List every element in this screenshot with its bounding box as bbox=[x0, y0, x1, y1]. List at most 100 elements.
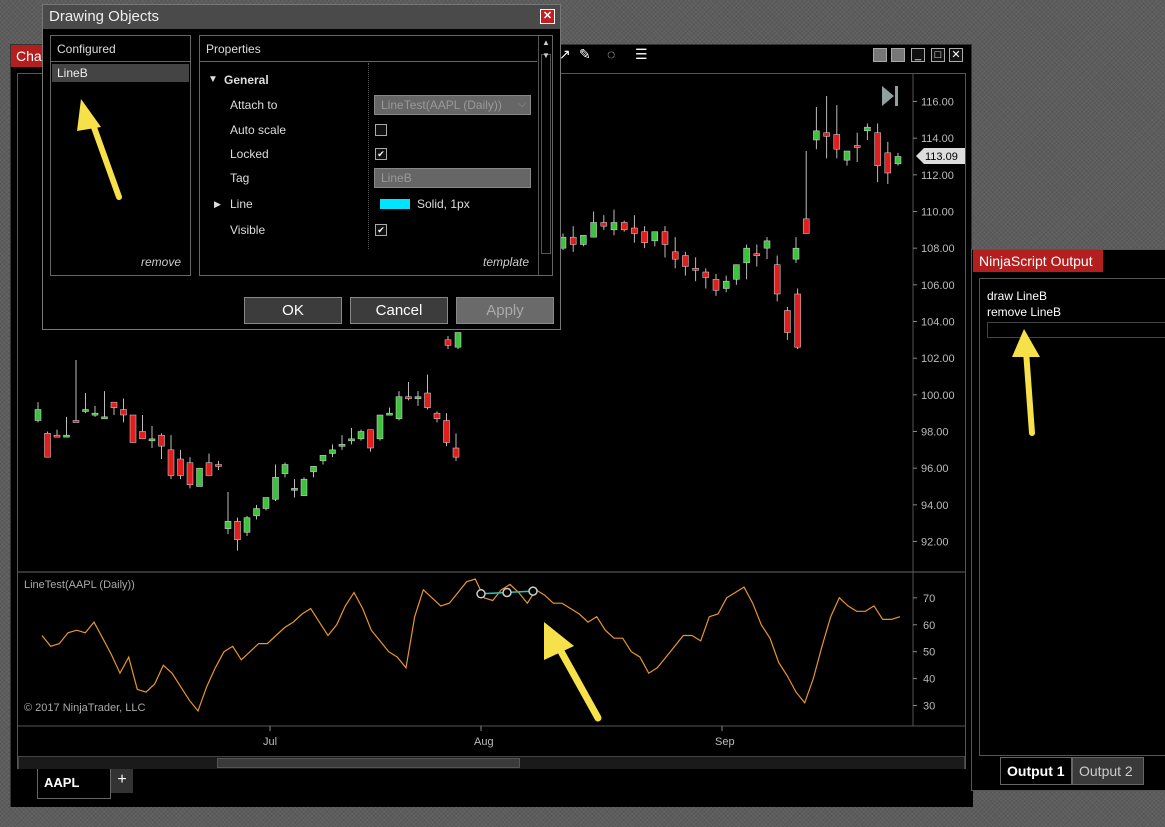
candle-body bbox=[129, 414, 137, 443]
candle-body bbox=[110, 401, 118, 408]
candle-body bbox=[196, 467, 203, 487]
indicator-series-line bbox=[41, 578, 901, 713]
scroll-down-icon[interactable]: ▼ bbox=[542, 51, 550, 60]
refresh-icon[interactable]: ◌ bbox=[607, 46, 615, 62]
tab-output-2[interactable]: Output 2 bbox=[1072, 757, 1144, 785]
candle-body bbox=[894, 156, 902, 165]
auto-scale-label: Auto scale bbox=[230, 123, 287, 137]
visible-checkbox[interactable]: ✔ bbox=[375, 224, 387, 236]
candle-body bbox=[120, 409, 127, 416]
pin-button[interactable] bbox=[891, 48, 905, 62]
configured-item-lineb[interactable]: LineB bbox=[52, 64, 189, 82]
candle-body bbox=[590, 222, 597, 238]
output-window-title[interactable]: NinjaScript Output bbox=[973, 250, 1103, 272]
candle-body bbox=[34, 409, 42, 421]
candle-body bbox=[763, 240, 771, 249]
candle-body bbox=[53, 434, 61, 438]
general-label: General bbox=[224, 73, 269, 87]
dialog-title: Drawing Objects bbox=[43, 5, 560, 29]
candle-body bbox=[682, 255, 689, 267]
price-tick-label: 100.00 bbox=[921, 390, 955, 402]
ok-button[interactable]: OK bbox=[244, 297, 342, 324]
candle-body bbox=[641, 231, 648, 243]
candle-body bbox=[91, 412, 99, 416]
candle-body bbox=[376, 414, 384, 440]
indicator-tick-label: 40 bbox=[923, 674, 935, 686]
candle-body bbox=[454, 332, 462, 348]
tile-button[interactable] bbox=[873, 48, 887, 62]
candle-body bbox=[702, 271, 710, 278]
candle-body bbox=[319, 455, 327, 462]
add-tab-button[interactable]: + bbox=[111, 769, 133, 793]
minimize-button[interactable]: _ bbox=[911, 48, 925, 62]
price-tick-label: 102.00 bbox=[921, 353, 955, 365]
candle-body bbox=[794, 293, 801, 348]
line-value: Solid, 1px bbox=[417, 197, 470, 211]
time-tick-label: Sep bbox=[715, 736, 735, 748]
candle-body bbox=[300, 478, 308, 496]
candle-body bbox=[569, 236, 577, 245]
annotation-arrow-output bbox=[1012, 329, 1040, 436]
candle-body bbox=[72, 420, 80, 423]
candle-body bbox=[773, 264, 781, 295]
locked-checkbox[interactable]: ✔ bbox=[375, 148, 387, 160]
locked-label: Locked bbox=[230, 147, 269, 161]
attach-to-label: Attach to bbox=[230, 98, 278, 112]
line-color-swatch bbox=[380, 199, 410, 209]
candle-body bbox=[63, 434, 70, 438]
properties-header: Properties bbox=[200, 36, 537, 62]
list-icon[interactable]: ☰ bbox=[635, 46, 648, 63]
auto-scale-checkbox[interactable] bbox=[375, 124, 387, 136]
dialog-close-icon[interactable]: ✕ bbox=[540, 9, 555, 24]
draw-tool-icon[interactable]: ✎ bbox=[579, 46, 591, 63]
cancel-button[interactable]: Cancel bbox=[350, 297, 448, 324]
price-tag-label: 113.09 bbox=[925, 151, 958, 163]
price-tick-label: 110.00 bbox=[921, 207, 954, 219]
candle-body bbox=[262, 497, 270, 509]
apply-button[interactable]: Apply bbox=[456, 297, 554, 324]
scroll-track[interactable] bbox=[541, 54, 551, 254]
time-tick-label: Jul bbox=[263, 736, 277, 748]
attach-to-select[interactable]: LineTest(AAPL (Daily)) ⌵ bbox=[374, 95, 531, 115]
copyright-label: © 2017 NinjaTrader, LLC bbox=[24, 702, 145, 714]
remove-link[interactable]: remove bbox=[141, 255, 181, 269]
candle-body bbox=[671, 251, 679, 260]
drawing-objects-dialog: Drawing Objects ✕ Configured LineB remov… bbox=[42, 4, 561, 330]
tab-output-1[interactable]: Output 1 bbox=[1000, 757, 1072, 785]
candle-body bbox=[433, 412, 441, 419]
attach-to-value: LineTest(AAPL (Daily)) bbox=[381, 98, 502, 112]
skip-to-end-icon[interactable] bbox=[882, 86, 898, 106]
lineb-anchor-handle bbox=[528, 586, 538, 596]
horizontal-scrollbar[interactable] bbox=[18, 756, 965, 770]
candle-body bbox=[234, 521, 241, 540]
maximize-button[interactable]: □ bbox=[931, 48, 945, 62]
expand-down-icon[interactable]: ▼ bbox=[208, 68, 218, 92]
horizontal-scrollbar-thumb[interactable] bbox=[217, 758, 520, 768]
output-text-area[interactable]: draw LineB remove LineB bbox=[979, 278, 1165, 756]
expand-right-icon[interactable]: ▶ bbox=[214, 192, 221, 216]
candle-body bbox=[82, 409, 89, 412]
price-tick-label: 114.00 bbox=[921, 133, 954, 145]
candle-body bbox=[722, 280, 730, 289]
template-link[interactable]: template bbox=[483, 255, 529, 269]
candle-body bbox=[357, 431, 365, 440]
close-chart-button[interactable]: ✕ bbox=[949, 48, 963, 62]
candle-body bbox=[733, 264, 740, 280]
properties-panel: Properties ▲ ▼ ▼ General Attach to LineT… bbox=[199, 35, 553, 276]
tab-aapl[interactable]: AAPL bbox=[37, 769, 111, 799]
scroll-up-icon[interactable]: ▲ bbox=[542, 38, 550, 47]
chart-tab-strip: AAPL + bbox=[11, 769, 973, 807]
price-tick-label: 116.00 bbox=[921, 97, 954, 109]
candle-body bbox=[631, 227, 638, 234]
candle-body bbox=[712, 279, 720, 291]
candle-body bbox=[224, 521, 232, 529]
tag-input[interactable]: LineB bbox=[374, 168, 531, 188]
candle-body bbox=[813, 130, 820, 141]
lineb-anchor-handle bbox=[502, 587, 512, 598]
properties-scrollbar[interactable]: ▲ ▼ bbox=[538, 36, 552, 275]
candle-body bbox=[167, 449, 175, 476]
candle-body bbox=[405, 396, 412, 399]
price-tick-label: 98.00 bbox=[921, 427, 949, 439]
candle-body bbox=[651, 231, 659, 242]
indicator-tick-label: 30 bbox=[923, 701, 935, 713]
